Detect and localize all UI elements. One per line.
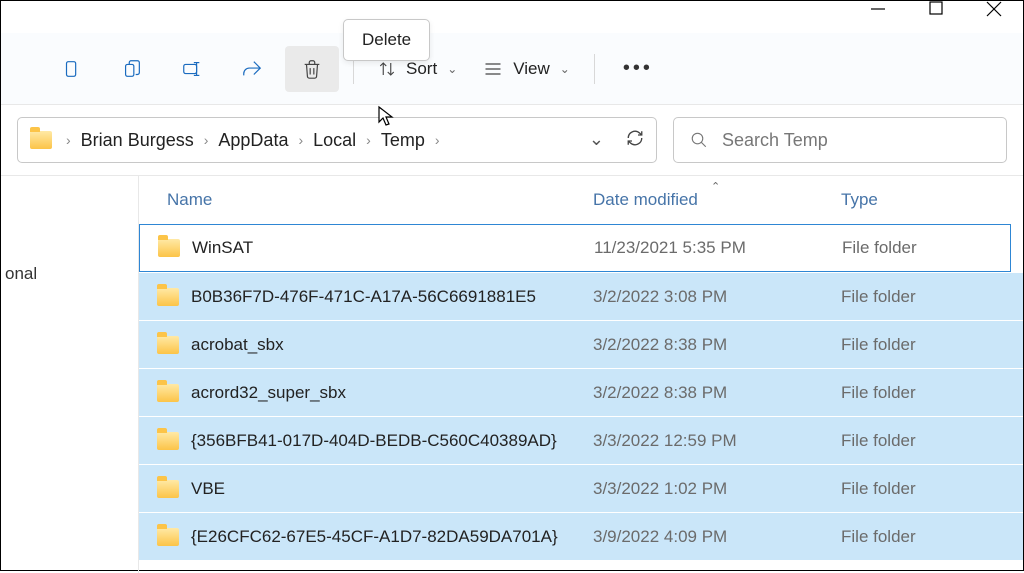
- chevron-right-icon: ›: [429, 132, 446, 148]
- file-date: 3/3/2022 1:02 PM: [593, 479, 841, 499]
- file-name: WinSAT: [192, 238, 253, 258]
- view-icon: [483, 59, 503, 79]
- table-row[interactable]: {356BFB41-017D-404D-BEDB-C560C40389AD} 3/…: [139, 416, 1023, 464]
- chevron-right-icon: ›: [360, 132, 377, 148]
- folder-icon: [157, 480, 179, 498]
- history-dropdown[interactable]: ⌄: [589, 129, 604, 152]
- minimize-button[interactable]: [849, 1, 907, 19]
- sort-label: Sort: [406, 59, 437, 79]
- separator: [594, 54, 595, 84]
- sort-indicator-icon: ⌃: [711, 180, 720, 193]
- search-placeholder: Search Temp: [722, 130, 828, 151]
- file-type: File folder: [841, 479, 1023, 499]
- file-name: VBE: [191, 479, 225, 499]
- chevron-right-icon: ›: [60, 132, 77, 148]
- folder-icon: [157, 528, 179, 546]
- cut-button[interactable]: [45, 46, 99, 92]
- delete-tooltip: Delete: [343, 19, 430, 61]
- file-date: 3/2/2022 8:38 PM: [593, 383, 841, 403]
- file-date: 3/9/2022 4:09 PM: [593, 527, 841, 547]
- breadcrumb-item[interactable]: Temp: [381, 130, 425, 151]
- column-headers: Name Date modified⌃ Type: [139, 176, 1023, 224]
- maximize-button[interactable]: [907, 1, 965, 19]
- file-date: 3/2/2022 3:08 PM: [593, 287, 841, 307]
- file-type: File folder: [841, 383, 1023, 403]
- file-name: B0B36F7D-476F-471C-A17A-56C6691881E5: [191, 287, 536, 307]
- close-button[interactable]: [965, 1, 1023, 19]
- search-icon: [690, 131, 708, 149]
- table-row[interactable]: acrobat_sbx 3/2/2022 8:38 PMFile folder: [139, 320, 1023, 368]
- view-button[interactable]: View ⌄: [473, 46, 580, 92]
- column-header-name[interactable]: Name: [167, 190, 593, 210]
- share-button[interactable]: [225, 46, 279, 92]
- table-row[interactable]: B0B36F7D-476F-471C-A17A-56C6691881E5 3/2/…: [139, 272, 1023, 320]
- table-row[interactable]: VBE 3/3/2022 1:02 PMFile folder: [139, 464, 1023, 512]
- file-name: acrord32_super_sbx: [191, 383, 346, 403]
- file-type: File folder: [841, 287, 1023, 307]
- chevron-down-icon: ⌄: [560, 62, 570, 76]
- copy-button[interactable]: [105, 46, 159, 92]
- breadcrumb-item[interactable]: Brian Burgess: [81, 130, 194, 151]
- sidebar: onal: [1, 176, 139, 573]
- table-row[interactable]: acrord32_super_sbx 3/2/2022 8:38 PMFile f…: [139, 368, 1023, 416]
- more-button[interactable]: •••: [609, 57, 667, 80]
- folder-icon: [30, 131, 52, 149]
- folder-icon: [157, 288, 179, 306]
- file-list: Name Date modified⌃ Type WinSAT 11/23/202…: [139, 176, 1023, 573]
- folder-icon: [157, 384, 179, 402]
- file-type: File folder: [841, 335, 1023, 355]
- rename-button[interactable]: [165, 46, 219, 92]
- folder-icon: [157, 336, 179, 354]
- titlebar: [1, 1, 1023, 33]
- column-header-date[interactable]: Date modified⌃: [593, 190, 841, 210]
- breadcrumb[interactable]: › Brian Burgess › AppData › Local › Temp…: [17, 117, 657, 163]
- file-date: 3/2/2022 8:38 PM: [593, 335, 841, 355]
- file-date: 11/23/2021 5:35 PM: [594, 238, 842, 258]
- sidebar-item[interactable]: onal: [1, 254, 138, 294]
- folder-icon: [158, 239, 180, 257]
- file-type: File folder: [841, 431, 1023, 451]
- chevron-right-icon: ›: [198, 132, 215, 148]
- delete-button[interactable]: [285, 46, 339, 92]
- toolbar: Delete Sort ⌄ View ⌄ •••: [1, 33, 1023, 105]
- file-type: File folder: [841, 527, 1023, 547]
- folder-icon: [157, 432, 179, 450]
- file-name: acrobat_sbx: [191, 335, 284, 355]
- column-header-type[interactable]: Type: [841, 190, 1023, 210]
- file-name: {E26CFC62-67E5-45CF-A1D7-82DA59DA701A}: [191, 527, 558, 547]
- content-area: onal Name Date modified⌃ Type WinSAT 11/2…: [1, 176, 1023, 573]
- table-row[interactable]: {E26CFC62-67E5-45CF-A1D7-82DA59DA701A} 3/…: [139, 512, 1023, 560]
- navigation-row: › Brian Burgess › AppData › Local › Temp…: [1, 105, 1023, 176]
- view-label: View: [513, 59, 550, 79]
- chevron-right-icon: ›: [292, 132, 309, 148]
- refresh-button[interactable]: [626, 129, 644, 152]
- sort-icon: [378, 60, 396, 78]
- breadcrumb-item[interactable]: Local: [313, 130, 356, 151]
- breadcrumb-item[interactable]: AppData: [218, 130, 288, 151]
- chevron-down-icon: ⌄: [447, 62, 457, 76]
- file-type: File folder: [842, 238, 1010, 258]
- file-name: {356BFB41-017D-404D-BEDB-C560C40389AD}: [191, 431, 557, 451]
- table-row[interactable]: WinSAT 11/23/2021 5:35 PMFile folder: [139, 224, 1011, 272]
- search-input[interactable]: Search Temp: [673, 117, 1007, 163]
- cursor-icon: [377, 105, 395, 127]
- file-date: 3/3/2022 12:59 PM: [593, 431, 841, 451]
